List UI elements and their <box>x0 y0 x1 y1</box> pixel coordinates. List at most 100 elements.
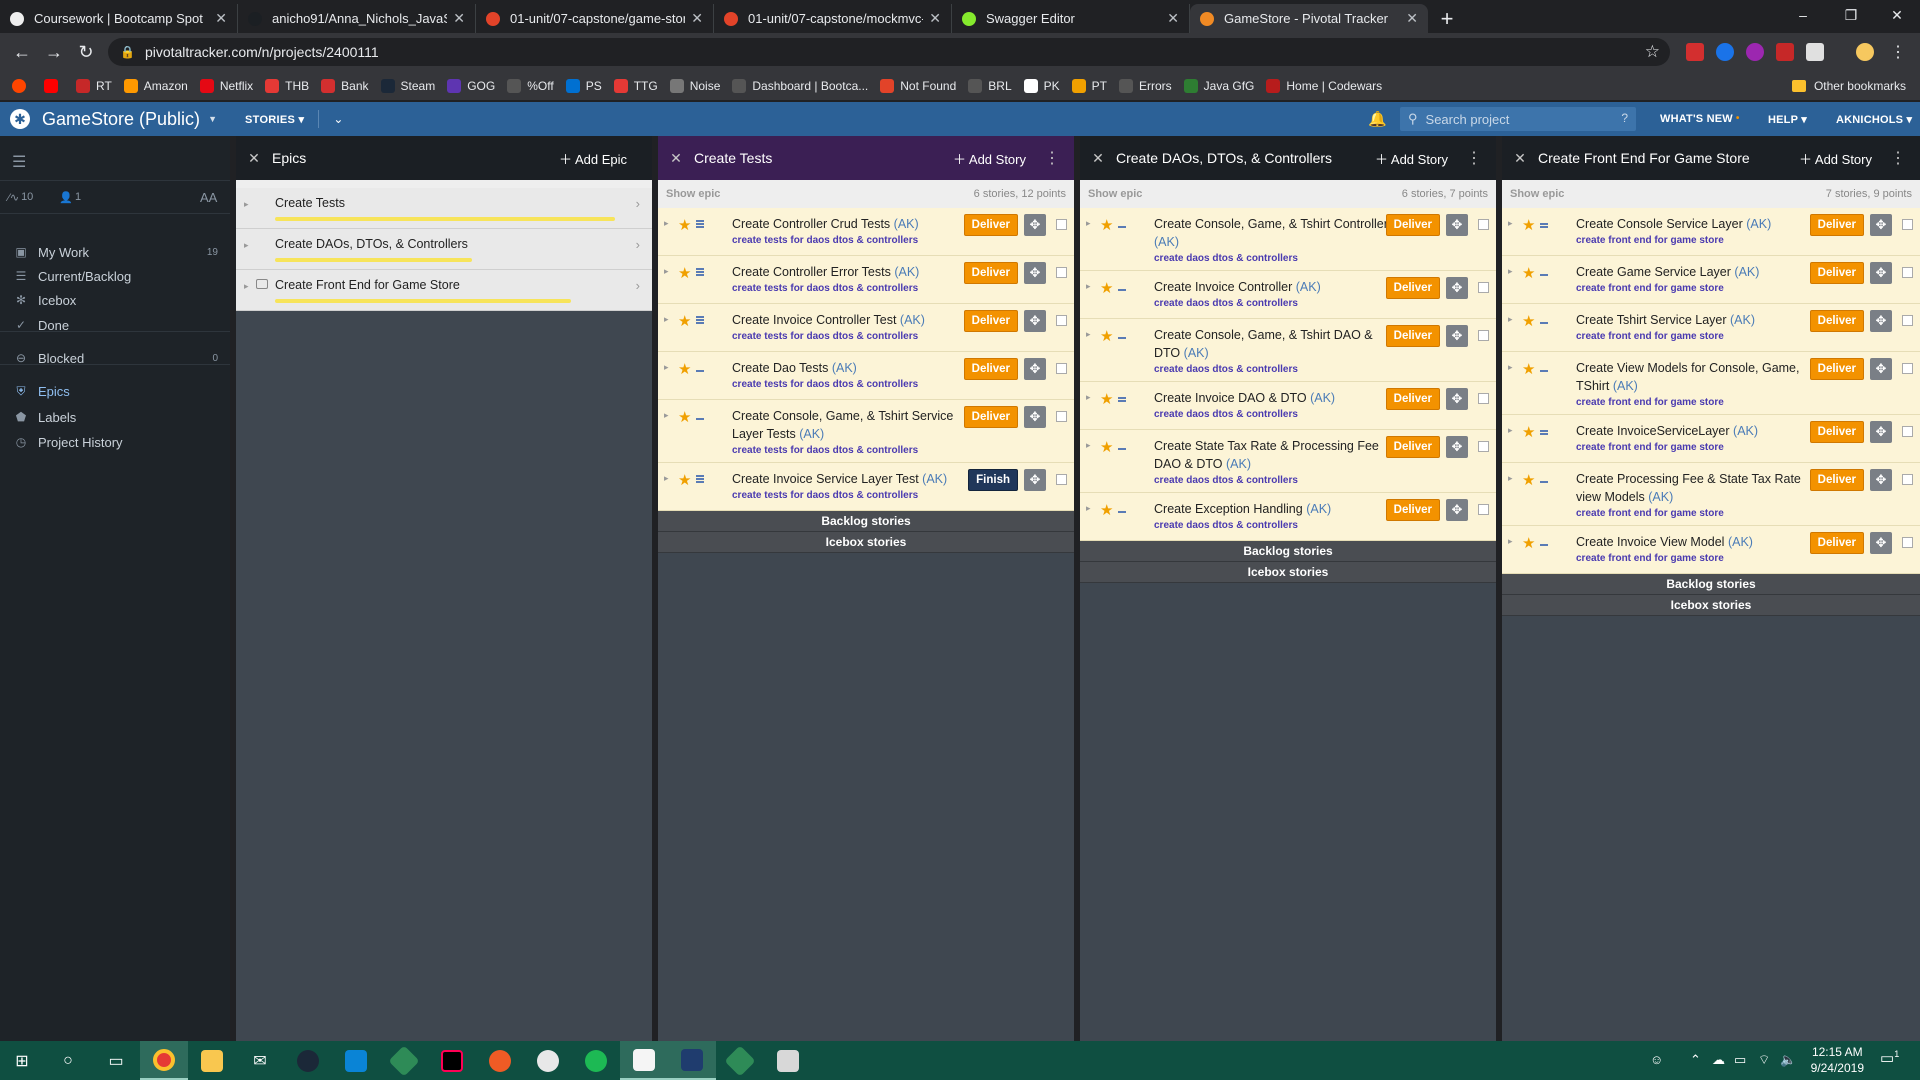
story-label[interactable]: create tests for daos dtos & controllers <box>732 283 1074 294</box>
epic-row[interactable]: ▸ Create Tests › <box>236 188 652 229</box>
git-kraken-icon[interactable] <box>716 1041 764 1080</box>
deliver-button[interactable]: Deliver <box>1385 277 1440 299</box>
add-story-button[interactable]: ＋ Add Story <box>1799 149 1872 168</box>
forward-arrow-icon[interactable]: → <box>38 42 70 63</box>
steam-icon[interactable] <box>284 1041 332 1080</box>
bookmark-item[interactable]: Dashboard | Bootca... <box>732 78 868 93</box>
system-clock[interactable]: 12:15 AM 9/24/2019 <box>1811 1044 1864 1076</box>
more-options-icon[interactable]: ⋮ <box>1466 148 1482 168</box>
story-checkbox[interactable] <box>1902 267 1913 278</box>
story-details-icon[interactable]: ✥ <box>1870 358 1892 380</box>
story-checkbox[interactable] <box>1902 315 1913 326</box>
deliver-button[interactable]: Deliver <box>963 262 1018 284</box>
chevron-right-icon[interactable]: › <box>636 278 640 293</box>
close-icon[interactable]: ✕ <box>1080 150 1116 167</box>
close-tab-icon[interactable]: ✕ <box>1406 10 1418 27</box>
story-row[interactable]: ▸ ★ Create Invoice Service Layer Test (AK)… <box>658 463 1074 511</box>
bookmark-item[interactable]: %Off <box>507 78 554 93</box>
expand-arrow-icon[interactable]: ▸ <box>664 410 669 421</box>
bookmark-item[interactable]: Java GfG <box>1183 78 1254 93</box>
expand-arrow-icon[interactable]: ▸ <box>1086 503 1091 514</box>
back-arrow-icon[interactable]: ← <box>6 42 38 63</box>
story-details-icon[interactable]: ✥ <box>1446 214 1468 236</box>
deliver-button[interactable]: Deliver <box>963 358 1018 380</box>
project-name[interactable]: GameStore (Public) <box>42 109 200 130</box>
deliver-button[interactable]: Deliver <box>1809 421 1864 443</box>
sidebar-item-done[interactable]: ✓ Done <box>0 312 230 338</box>
story-label[interactable]: create daos dtos & controllers <box>1154 364 1496 375</box>
sidebar-item-project-history[interactable]: ◷ Project History <box>0 429 230 455</box>
story-owner[interactable]: (AK) <box>1296 280 1321 294</box>
deliver-button[interactable]: Deliver <box>1809 262 1864 284</box>
browser-tab[interactable]: 01-unit/07-capstone/mockmvc-e ✕ <box>714 4 952 33</box>
bookmark-item[interactable]: Amazon <box>123 78 188 93</box>
expand-arrow-icon[interactable]: ▸ <box>1086 218 1091 229</box>
story-details-icon[interactable]: ✥ <box>1446 325 1468 347</box>
story-label[interactable]: create daos dtos & controllers <box>1154 475 1496 486</box>
story-owner[interactable]: (AK) <box>894 265 919 279</box>
bookmark-item[interactable]: PT <box>1071 78 1107 93</box>
close-tab-icon[interactable]: ✕ <box>1167 10 1179 27</box>
close-tab-icon[interactable]: ✕ <box>453 10 465 27</box>
story-details-icon[interactable]: ✥ <box>1446 277 1468 299</box>
story-details-icon[interactable]: ✥ <box>1024 358 1046 380</box>
cortana-search-icon[interactable]: ○ <box>44 1041 92 1080</box>
add-story-button[interactable]: ＋ Add Story <box>953 149 1026 168</box>
story-owner[interactable]: (AK) <box>1306 502 1331 516</box>
expand-arrow-icon[interactable]: ▸ <box>244 281 249 292</box>
browser-tab[interactable]: 01-unit/07-capstone/game-store ✕ <box>476 4 714 33</box>
search-help-icon[interactable]: ? <box>1621 111 1628 125</box>
double-chevron-down-icon[interactable]: ⌄ <box>333 112 343 126</box>
story-row[interactable]: ▸ ★ Create Console Service Layer (AK) creat… <box>1502 208 1920 256</box>
file-explorer-icon[interactable] <box>188 1041 236 1080</box>
stories-menu[interactable]: STORIES ▾ <box>245 113 304 126</box>
more-options-icon[interactable]: ⋮ <box>1890 148 1906 168</box>
story-label[interactable]: create tests for daos dtos & controllers <box>732 490 1074 501</box>
bookmark-item[interactable]: Steam <box>380 78 435 93</box>
chevron-right-icon[interactable]: › <box>636 196 640 211</box>
story-checkbox[interactable] <box>1902 474 1913 485</box>
story-checkbox[interactable] <box>1056 411 1067 422</box>
story-label[interactable]: create tests for daos dtos & controllers <box>732 331 1074 342</box>
story-row[interactable]: ▸ ★ Create Tshirt Service Layer (AK) create… <box>1502 304 1920 352</box>
help-menu[interactable]: HELP ▾ <box>1768 113 1807 126</box>
expand-arrow-icon[interactable]: ▸ <box>664 218 669 229</box>
battery-icon[interactable]: ▭ <box>1734 1052 1746 1068</box>
close-icon[interactable]: ✕ <box>658 150 694 167</box>
story-checkbox[interactable] <box>1478 504 1489 515</box>
story-details-icon[interactable]: ✥ <box>1024 469 1046 491</box>
sidebar-item-blocked[interactable]: ⊖ Blocked 0 <box>0 345 230 371</box>
story-row[interactable]: ▸ ★ Create Game Service Layer (AK) create f… <box>1502 256 1920 304</box>
story-checkbox[interactable] <box>1478 441 1489 452</box>
story-checkbox[interactable] <box>1478 219 1489 230</box>
add-epic-button[interactable]: ＋ Add Epic <box>559 149 627 168</box>
epic-row[interactable]: ▸ Create Front End for Game Store › <box>236 270 652 311</box>
browser-tab[interactable]: GameStore - Pivotal Tracker ✕ <box>1190 4 1428 33</box>
deliver-button[interactable]: Deliver <box>963 214 1018 236</box>
deliver-button[interactable]: Deliver <box>1809 532 1864 554</box>
story-label[interactable]: create tests for daos dtos & controllers <box>732 445 1074 456</box>
bookmark-item[interactable]: GOG <box>447 78 495 93</box>
deliver-button[interactable]: Deliver <box>1385 388 1440 410</box>
mail-icon[interactable]: ✉ <box>236 1041 284 1080</box>
chrome-menu-icon[interactable]: ⋮ <box>1890 42 1906 62</box>
add-story-button[interactable]: ＋ Add Story <box>1375 149 1448 168</box>
backlog-stories-link[interactable]: Backlog stories <box>1502 574 1920 595</box>
bookmark-item[interactable]: Home | Codewars <box>1266 78 1382 93</box>
people-icon[interactable]: ☺ <box>1650 1052 1663 1067</box>
story-owner[interactable]: (AK) <box>922 472 947 486</box>
bookmark-item[interactable]: Bank <box>321 78 369 93</box>
story-details-icon[interactable]: ✥ <box>1870 214 1892 236</box>
font-size-toggle[interactable]: AA <box>200 190 217 205</box>
story-checkbox[interactable] <box>1056 315 1067 326</box>
slack-icon[interactable] <box>524 1041 572 1080</box>
extension-icon[interactable] <box>1746 43 1764 61</box>
story-row[interactable]: ▸ ★ Create Dao Tests (AK) create tests for … <box>658 352 1074 400</box>
deliver-button[interactable]: Deliver <box>1385 214 1440 236</box>
story-row[interactable]: ▸ ★ Create InvoiceServiceLayer (AK) create … <box>1502 415 1920 463</box>
minimize-button[interactable]: – <box>1780 0 1826 30</box>
story-details-icon[interactable]: ✥ <box>1870 469 1892 491</box>
story-label[interactable]: create daos dtos & controllers <box>1154 298 1496 309</box>
icebox-stories-link[interactable]: Icebox stories <box>658 532 1074 553</box>
story-row[interactable]: ▸ ★ Create Invoice DAO & DTO (AK) create da… <box>1080 382 1496 430</box>
